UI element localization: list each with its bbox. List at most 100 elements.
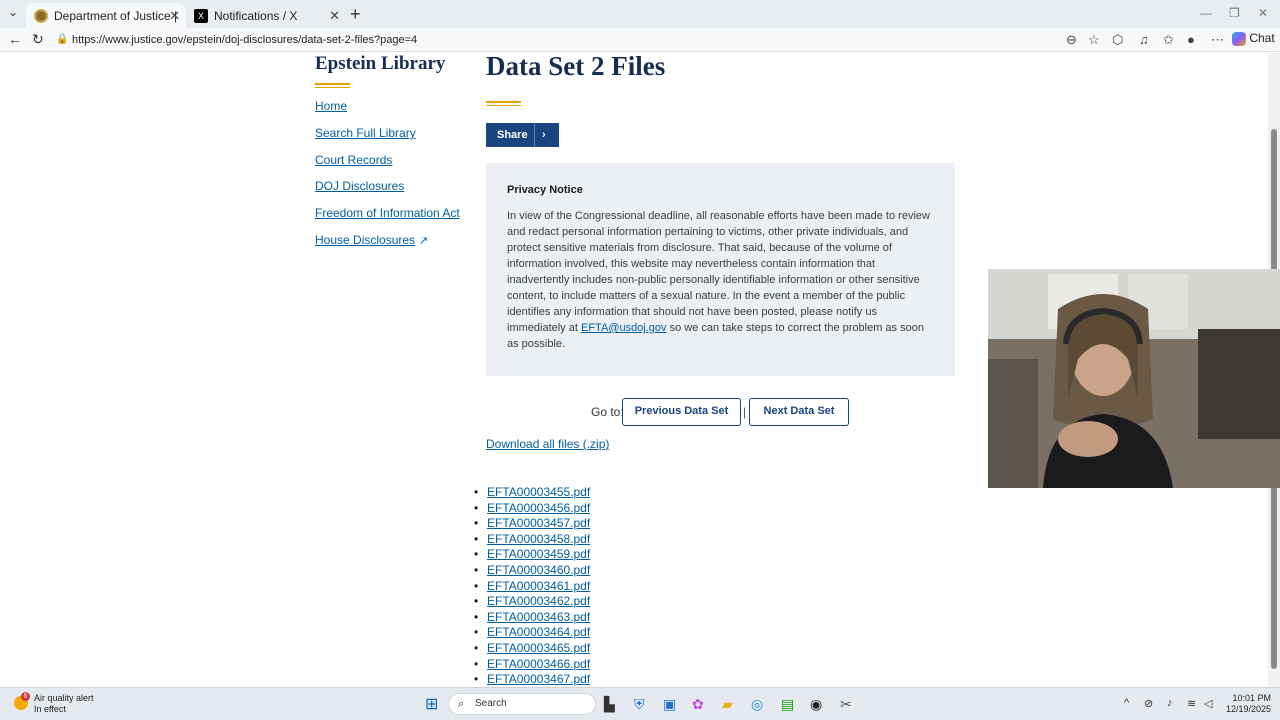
doj-seal-icon [34, 8, 48, 23]
store-icon[interactable]: ▣ [663, 696, 676, 713]
sidebar-accent-bar [315, 83, 350, 85]
file-explorer-icon[interactable]: ▰ [722, 696, 733, 713]
share-label: Share [497, 129, 528, 141]
sidebar-link-home[interactable]: Home [315, 99, 347, 113]
notepad-icon[interactable]: ▤ [781, 696, 794, 713]
list-item: • EFTA00003461.pdf [474, 579, 590, 593]
notice-email-link[interactable]: EFTA@usdoj.gov [581, 322, 667, 334]
download-zip-link[interactable]: Download all files (.zip) [486, 437, 609, 451]
defender-icon[interactable]: ⛨ [634, 696, 645, 713]
snipping-tool-icon[interactable]: ✂ [840, 696, 852, 713]
file-link[interactable]: EFTA00003467.pdf [487, 672, 590, 686]
edge-browser-icon[interactable]: ◎ [751, 696, 763, 713]
copilot-chat-button[interactable]: Chat [1232, 31, 1275, 46]
bullet: • [474, 485, 479, 499]
list-item: • EFTA00003466.pdf [474, 657, 590, 671]
chat-label: Chat [1249, 31, 1275, 45]
list-item: • EFTA00003467.pdf [474, 672, 590, 686]
file-link[interactable]: EFTA00003458.pdf [487, 532, 590, 546]
profile-avatar-icon[interactable]: ● [1187, 32, 1195, 47]
tab-list-chevron-icon[interactable]: ⌄ [4, 5, 22, 23]
close-window-icon[interactable]: ✕ [1258, 6, 1268, 20]
sidebar-link-doj-disclosures[interactable]: DOJ Disclosures [315, 179, 404, 193]
bullet: • [474, 563, 479, 577]
windows-start-icon[interactable]: ⊞ [425, 694, 438, 714]
bullet: • [474, 594, 479, 609]
file-link[interactable]: EFTA00003455.pdf [487, 485, 590, 499]
file-link[interactable]: EFTA00003466.pdf [487, 657, 590, 671]
system-clock[interactable]: 10:01 PM 12/19/2025 [1226, 693, 1271, 715]
task-view-icon[interactable]: ▙ [604, 696, 615, 713]
file-link[interactable]: EFTA00003459.pdf [487, 547, 590, 561]
bullet: • [474, 609, 479, 624]
close-tab-icon[interactable]: ✕ [169, 8, 180, 24]
search-placeholder: Search [475, 698, 507, 709]
chevron-right-icon: › [542, 129, 546, 141]
wifi-icon[interactable]: ≋ [1187, 697, 1196, 710]
alert-subtitle: In effect [34, 704, 66, 714]
bullet: • [474, 578, 479, 593]
bullet: • [474, 531, 479, 546]
favorites-icon[interactable]: ✩ [1163, 32, 1174, 48]
back-arrow-icon[interactable]: ← [8, 31, 22, 47]
tray-overflow-chevron-icon[interactable]: ^ [1124, 697, 1129, 709]
clock-time: 10:01 PM [1232, 693, 1272, 703]
list-item: • EFTA00003465.pdf [474, 641, 590, 655]
file-link[interactable]: EFTA00003464.pdf [487, 625, 590, 639]
previous-data-set-button[interactable]: Previous Data Set [622, 398, 741, 426]
air-quality-widget[interactable]: Air quality alert In effect [34, 693, 94, 715]
obs-icon[interactable]: ◉ [810, 696, 822, 713]
file-link[interactable]: EFTA00003461.pdf [487, 579, 590, 593]
tab-bar: ⌄ Department of Justice | Data Set 2 ✕ X… [0, 0, 1280, 28]
tab-title: Notifications / X [214, 8, 298, 23]
refresh-icon[interactable]: ↻ [32, 31, 44, 48]
sidebar-link-house-disclosures[interactable]: House Disclosures ↗ [315, 233, 428, 247]
tab-x-notifications[interactable]: X Notifications / X ✕ [186, 3, 346, 28]
title-accent-bar [486, 105, 521, 106]
new-tab-icon[interactable]: + [350, 4, 361, 25]
sidebar-link-foia[interactable]: Freedom of Information Act [315, 206, 460, 220]
goto-label: Go to: [591, 405, 624, 419]
hidden-eye-icon[interactable]: ⊘ [1144, 697, 1153, 710]
list-item: • EFTA00003455.pdf [474, 485, 590, 499]
url-field[interactable]: 🔒 https://www.justice.gov/epstein/doj-di… [52, 30, 1108, 50]
sidebar-link-search-full-library[interactable]: Search Full Library [315, 126, 416, 140]
lock-icon: 🔒 [56, 34, 69, 45]
taskbar: 6 Air quality alert In effect ⊞ ⌕ Search… [0, 687, 1280, 720]
tab-doj[interactable]: Department of Justice | Data Set 2 ✕ [26, 3, 186, 28]
bullet: • [474, 641, 479, 655]
extensions-icon[interactable]: ⬡ [1112, 32, 1123, 48]
file-link[interactable]: EFTA00003462.pdf [487, 594, 590, 608]
microphone-icon[interactable]: ♪ [1167, 697, 1173, 709]
list-item: • EFTA00003459.pdf [474, 547, 590, 561]
taskbar-search[interactable]: ⌕ Search [448, 693, 596, 715]
file-link[interactable]: EFTA00003463.pdf [487, 610, 590, 624]
url-text: https://www.justice.gov/epstein/doj-disc… [72, 34, 418, 46]
file-link[interactable]: EFTA00003460.pdf [487, 563, 590, 577]
file-link[interactable]: EFTA00003456.pdf [487, 501, 590, 515]
file-link[interactable]: EFTA00003465.pdf [487, 641, 590, 655]
favorite-star-icon[interactable]: ☆ [1088, 32, 1100, 48]
close-tab-icon[interactable]: ✕ [329, 8, 340, 24]
minimize-icon[interactable]: — [1200, 6, 1212, 20]
list-item: • EFTA00003457.pdf [474, 516, 590, 530]
notice-text: In view of the Congressional deadline, a… [507, 210, 930, 334]
list-item: • EFTA00003464.pdf [474, 625, 590, 639]
notice-title: Privacy Notice [507, 184, 583, 196]
webcam-image [988, 269, 1280, 488]
file-link[interactable]: EFTA00003457.pdf [487, 516, 590, 530]
privacy-notice: Privacy Notice In view of the Congressio… [486, 163, 955, 376]
title-accent-bar [486, 101, 521, 103]
share-button[interactable]: Share › [486, 123, 559, 147]
split-screen-icon[interactable]: ♫ [1139, 32, 1149, 47]
restore-icon[interactable]: ❐ [1229, 6, 1240, 20]
speaker-icon[interactable]: ◁ [1204, 697, 1212, 710]
reader-mode-icon[interactable]: ⊖ [1066, 32, 1077, 48]
sidebar-title: Epstein Library [315, 53, 446, 74]
sidebar-accent-bar [315, 87, 350, 88]
copilot-app-icon[interactable]: ✿ [692, 696, 704, 713]
more-menu-icon[interactable]: ⋯ [1211, 32, 1224, 48]
next-data-set-button[interactable]: Next Data Set [749, 398, 849, 426]
sidebar-link-court-records[interactable]: Court Records [315, 153, 392, 167]
sidebar-link-label: House Disclosures [315, 233, 416, 247]
